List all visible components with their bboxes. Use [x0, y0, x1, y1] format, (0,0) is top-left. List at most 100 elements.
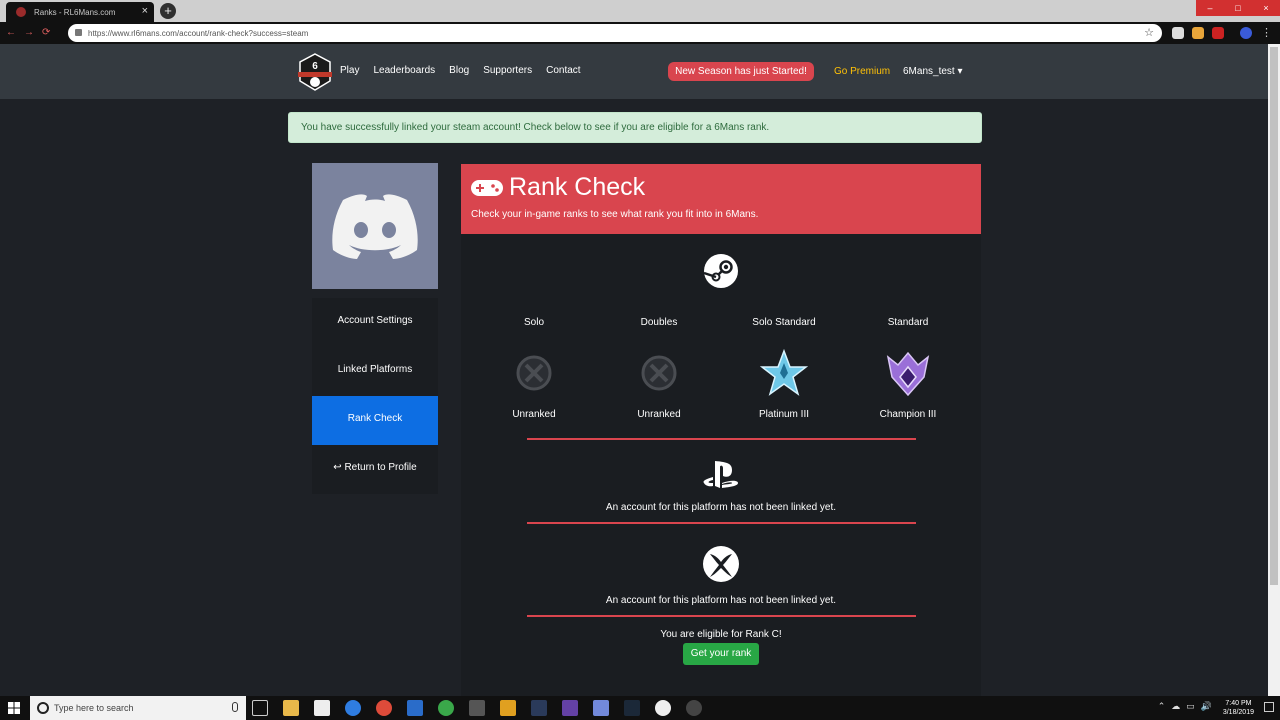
discord-logo-icon	[332, 194, 418, 259]
new-tab-button[interactable]: +	[160, 3, 176, 19]
chrome-icon[interactable]	[376, 700, 392, 716]
reply-arrow-icon: ↩	[333, 462, 345, 473]
svg-text:6: 6	[312, 61, 318, 72]
nav-link-play[interactable]: Play	[340, 65, 359, 76]
page-title: Rank Check	[509, 173, 646, 201]
tab-title: Ranks - RL6Mans.com	[34, 8, 116, 17]
browser-tab-bar: Ranks - RL6Mans.com × + – □ ×	[0, 0, 1280, 22]
window-controls: – □ ×	[1196, 0, 1280, 16]
file-explorer-icon[interactable]	[283, 700, 299, 716]
notification-center-icon[interactable]	[1264, 702, 1274, 712]
platinum-rank-icon	[729, 341, 839, 405]
close-window-icon[interactable]: ×	[1252, 0, 1280, 16]
app-icon[interactable]	[407, 700, 423, 716]
windows-start-icon[interactable]	[8, 702, 20, 714]
tab-close-icon[interactable]: ×	[142, 5, 148, 17]
ublock-icon[interactable]	[1212, 27, 1224, 39]
rank-column-solo: Solo Unranked	[479, 317, 589, 420]
gamepad-icon	[471, 180, 503, 196]
rank-name: Unranked	[512, 409, 556, 420]
twitch-icon[interactable]	[562, 700, 578, 716]
sidebar-item-return-to-profile[interactable]: ↩ Return to Profile	[312, 445, 438, 494]
search-placeholder: Type here to search	[54, 703, 134, 713]
avatar	[312, 163, 438, 289]
cortana-icon	[37, 702, 49, 714]
playstation-icon	[703, 461, 738, 488]
section-divider	[527, 438, 916, 440]
new-season-badge[interactable]: New Season has just Started!	[668, 62, 814, 81]
rank-name: Unranked	[637, 409, 681, 420]
steam-app-icon[interactable]	[624, 700, 640, 716]
clock-time: 7:40 PM	[1225, 700, 1252, 707]
discord-icon[interactable]	[593, 700, 609, 716]
success-alert: You have successfully linked your steam …	[288, 112, 982, 143]
extension-icon[interactable]	[1172, 27, 1184, 39]
site-favicon-icon	[16, 7, 26, 17]
unranked-icon	[604, 341, 714, 405]
xbox-app-icon[interactable]	[438, 700, 454, 716]
taskbar-search-input[interactable]: Type here to search	[30, 696, 246, 720]
browser-tab[interactable]: Ranks - RL6Mans.com ×	[6, 2, 154, 22]
champion-rank-icon	[853, 341, 963, 405]
section-divider	[527, 522, 916, 524]
unranked-icon	[479, 341, 589, 405]
rank-name: Platinum III	[758, 409, 810, 420]
xbox-icon	[703, 546, 739, 582]
app-icon[interactable]	[531, 700, 547, 716]
nav-link-contact[interactable]: Contact	[546, 65, 580, 76]
nav-link-leaderboards[interactable]: Leaderboards	[373, 65, 435, 76]
xbox-not-linked-text: An account for this platform has not bee…	[605, 595, 837, 606]
taskbar-clock[interactable]: 7:40 PM 3/18/2019	[1223, 699, 1254, 717]
browser-menu-icon[interactable]: ⋮	[1261, 26, 1272, 39]
steam-icon	[703, 254, 738, 288]
app-icon[interactable]	[469, 700, 485, 716]
extension-icon[interactable]	[1192, 27, 1204, 39]
rank-check-header: Rank Check Check your in-game ranks to s…	[461, 164, 981, 234]
page-scrollbar[interactable]	[1268, 44, 1280, 696]
app-icon[interactable]	[655, 700, 671, 716]
rank-column-doubles: Doubles Unranked	[604, 317, 714, 420]
main-nav: Play Leaderboards Blog Supporters Contac…	[340, 65, 595, 76]
edge-icon[interactable]	[345, 700, 361, 716]
microphone-icon[interactable]	[232, 702, 238, 712]
account-sidebar: Account Settings Linked Platforms Rank C…	[312, 298, 438, 494]
nav-link-blog[interactable]: Blog	[449, 65, 469, 76]
go-premium-link[interactable]: Go Premium	[834, 66, 890, 77]
bookmark-star-icon[interactable]: ☆	[1144, 26, 1154, 39]
address-bar[interactable]: https://www.rl6mans.com/account/rank-che…	[68, 24, 1162, 42]
section-divider	[527, 615, 916, 617]
profile-avatar-icon[interactable]	[1240, 27, 1252, 39]
6mans-logo-icon[interactable]: 6	[298, 53, 332, 91]
caret-down-icon: ▾	[957, 66, 963, 77]
site-navbar: 6 Play Leaderboards Blog Supporters Cont…	[0, 44, 1268, 99]
sidebar-item-linked-platforms[interactable]: Linked Platforms	[312, 347, 438, 396]
playlist-name: Doubles	[640, 317, 678, 328]
eligibility-message: You are eligible for Rank C!	[660, 629, 782, 640]
user-dropdown[interactable]: 6Mans_test ▾	[903, 66, 963, 77]
store-icon[interactable]	[314, 700, 330, 716]
app-icon[interactable]	[500, 700, 516, 716]
nav-link-supporters[interactable]: Supporters	[483, 65, 532, 76]
sidebar-item-account-settings[interactable]: Account Settings	[312, 298, 438, 347]
sidebar-item-label: Return to Profile	[344, 462, 417, 473]
browser-toolbar: ←→⟳ https://www.rl6mans.com/account/rank…	[0, 22, 1280, 44]
scrollbar-thumb[interactable]	[1270, 47, 1278, 585]
playlist-name: Standard	[887, 317, 929, 328]
rank-column-standard: Standard Champion III	[853, 317, 963, 420]
sidebar-item-rank-check[interactable]: Rank Check	[312, 396, 438, 445]
page-subtitle: Check your in-game ranks to see what ran…	[471, 209, 759, 220]
windows-taskbar: Type here to search ⌃☁▭🔊 7:40 PM 3/18/20…	[0, 696, 1280, 720]
lock-icon	[75, 29, 82, 36]
system-tray-icons[interactable]: ⌃☁▭🔊	[1158, 701, 1218, 712]
url-text: https://www.rl6mans.com/account/rank-che…	[88, 29, 309, 38]
clock-date: 3/18/2019	[1222, 709, 1254, 716]
playstation-not-linked-text: An account for this platform has not bee…	[605, 502, 837, 513]
obs-icon[interactable]	[686, 700, 702, 716]
nav-arrows-icon[interactable]: ←→⟳	[6, 27, 58, 38]
minimize-icon[interactable]: –	[1196, 0, 1224, 16]
maximize-icon[interactable]: □	[1224, 0, 1252, 16]
get-your-rank-button[interactable]: Get your rank	[683, 643, 759, 665]
taskbar-apps	[252, 700, 702, 716]
playlist-name: Solo Standard	[752, 317, 816, 328]
task-view-icon[interactable]	[252, 700, 268, 716]
